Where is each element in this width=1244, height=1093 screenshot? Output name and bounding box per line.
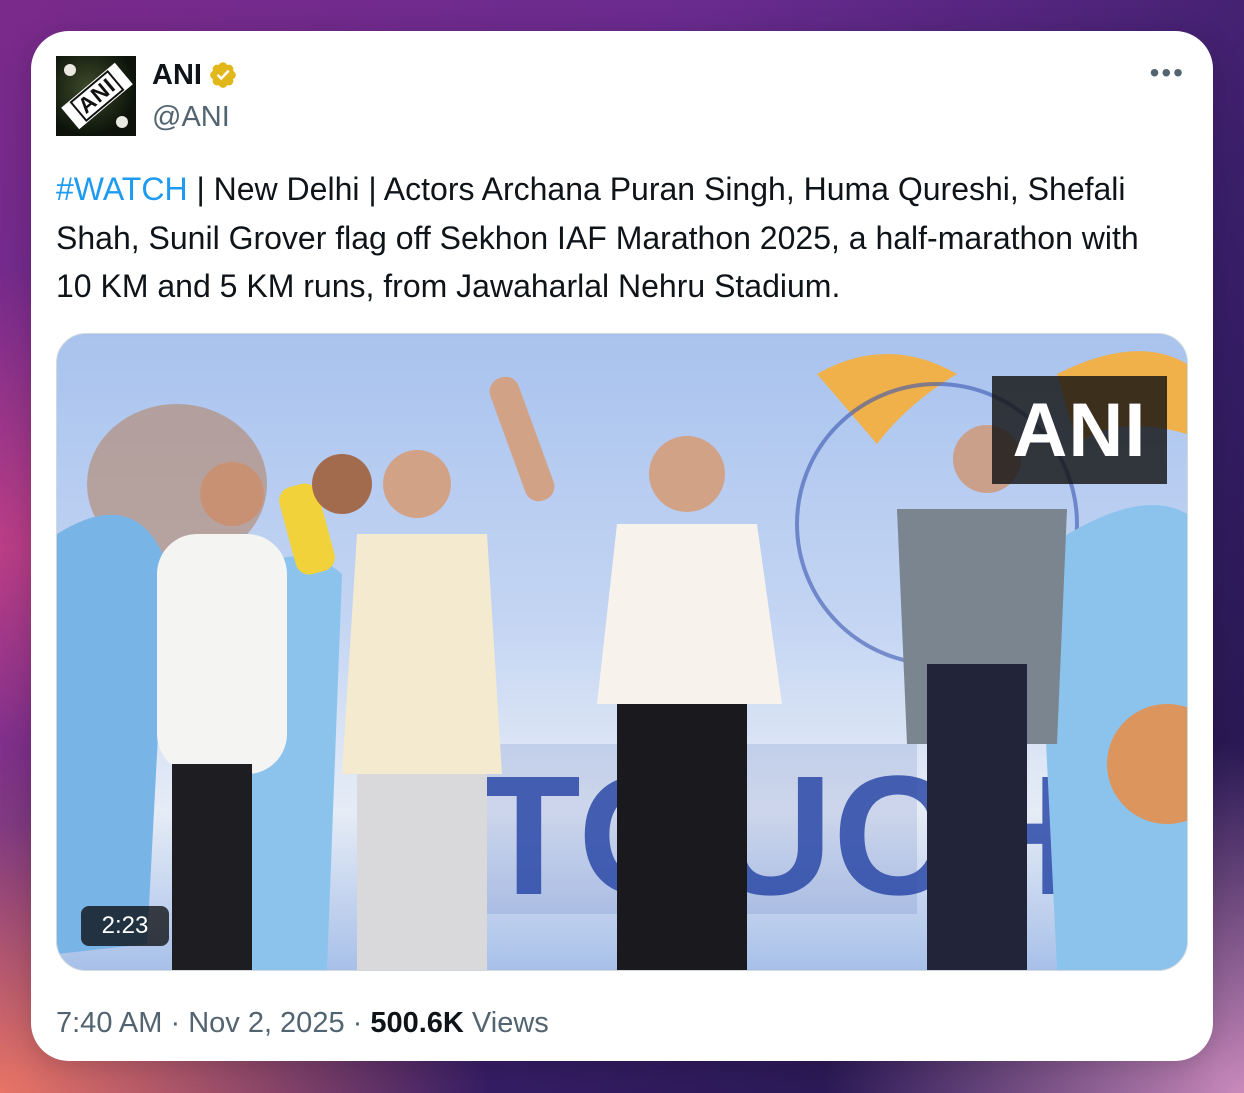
author-handle[interactable]: @ANI — [152, 99, 230, 135]
tweet-body: | New Delhi | Actors Archana Puran Singh… — [56, 171, 1139, 304]
avatar-logo-text: ANI — [69, 69, 125, 123]
video-player[interactable]: TOUCH ANI 2:23 — [56, 333, 1188, 971]
verified-badge-icon — [210, 62, 236, 88]
tweet-date[interactable]: Nov 2, 2025 — [188, 1007, 344, 1039]
views-count: 500.6K — [370, 1007, 464, 1039]
tweet-meta: 7:40 AM · Nov 2, 2025 · 500.6K Views — [56, 1003, 549, 1043]
avatar-dot — [64, 64, 76, 76]
hashtag-link[interactable]: #WATCH — [56, 171, 188, 207]
tweet-text: #WATCH | New Delhi | Actors Archana Pura… — [56, 165, 1176, 311]
ani-watermark: ANI — [992, 376, 1167, 484]
author-name[interactable]: ANI — [152, 57, 238, 93]
watermark-text: ANI — [1012, 387, 1147, 473]
more-horizontal-icon[interactable]: ••• — [1150, 59, 1185, 87]
tweet-card: ANI ANI @ANI ••• #WATCH | New Delhi | Ac… — [31, 31, 1213, 1061]
meta-separator: · — [162, 1007, 189, 1039]
views-label: Views — [463, 1007, 549, 1039]
video-duration-badge: 2:23 — [81, 906, 169, 946]
author-name-text: ANI — [152, 59, 202, 91]
tweet-time[interactable]: 7:40 AM — [56, 1007, 162, 1039]
avatar[interactable]: ANI — [56, 56, 136, 136]
avatar-dot — [116, 116, 128, 128]
meta-separator: · — [344, 1007, 371, 1039]
